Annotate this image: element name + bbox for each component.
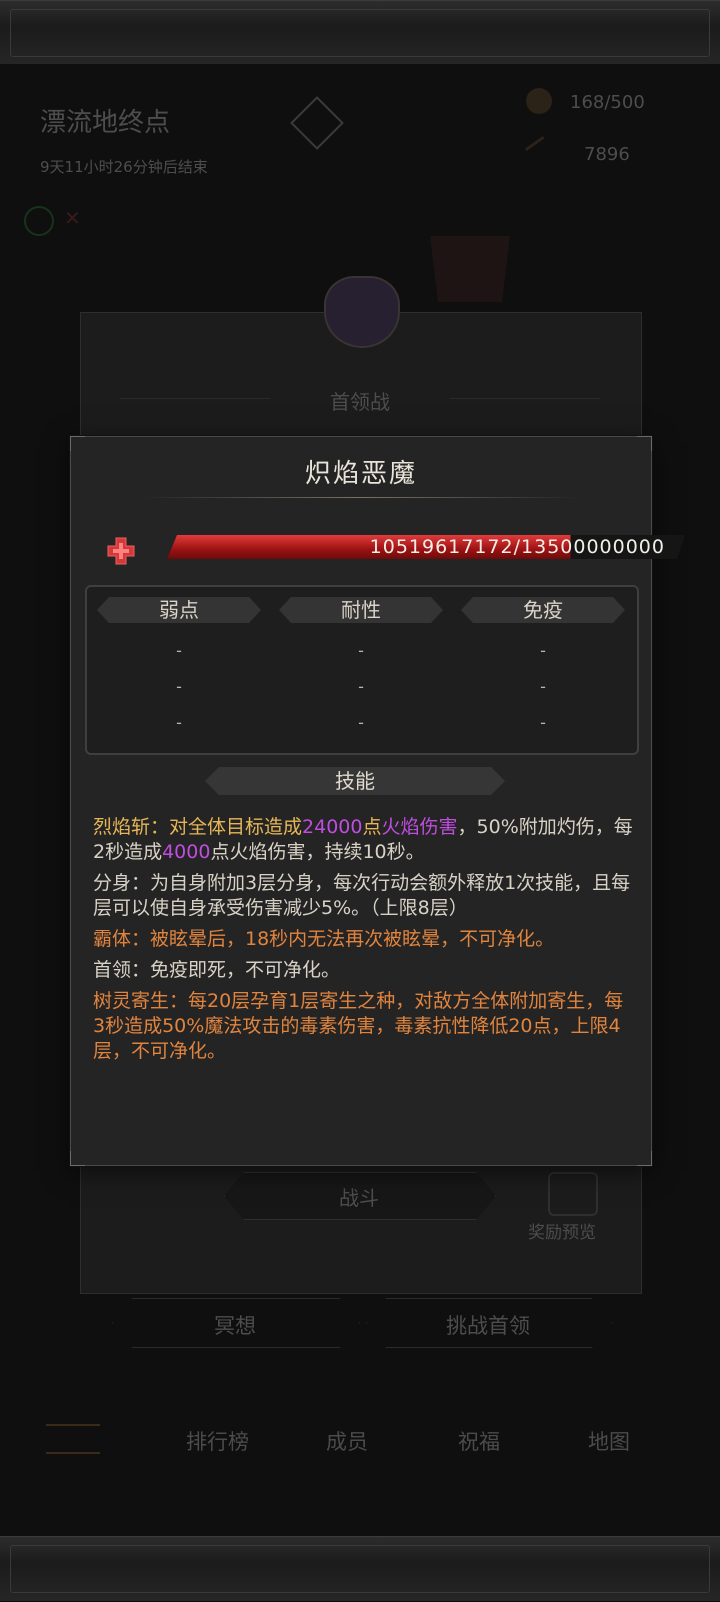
panel-title: 首领战 — [330, 390, 390, 414]
boss-emblem-icon — [324, 276, 400, 348]
modal-corner — [70, 436, 85, 451]
hp-bar: 10519617172/13500000000 — [167, 535, 685, 559]
hp-value: 10519617172/13500000000 — [369, 536, 665, 558]
nav-leaderboard[interactable]: 排行榜 — [186, 1426, 249, 1456]
skill-text: 对全体目标造成 — [169, 816, 303, 838]
bottom-frame — [0, 1536, 720, 1602]
skill-tree-parasite: 树灵寄生：每20层孕育1层寄生之种，对敌方全体附加寄生，每3秒造成50%魔法攻击… — [93, 990, 624, 1062]
resistance-column: 耐性 - - - — [279, 597, 443, 747]
modal-corner — [70, 1151, 85, 1166]
debuff-icon: ✕ — [64, 206, 81, 230]
weakness-header: 弱点 — [97, 597, 261, 623]
skill-name: 烈焰斩： — [93, 816, 170, 838]
skill-text: 点 — [362, 816, 382, 838]
event-timer: 9天11小时26分钟后结束 — [40, 158, 208, 176]
skill-clone: 分身：为自身附加3层分身，每次行动会额外释放1次技能，且每层可以使自身承受伤害减… — [93, 872, 631, 919]
skills-list: 烈焰斩：对全体目标造成24000点火焰伤害，50%附加灼伤，每2秒造成4000点… — [93, 815, 633, 1070]
skill-text: 点火焰伤害，持续10秒。 — [210, 841, 425, 863]
resource-2-value: 7896 — [584, 144, 630, 165]
nav-map[interactable]: 地图 — [588, 1426, 630, 1456]
immunity-value: - — [540, 677, 546, 696]
reward-preview-label: 奖励预览 — [528, 1223, 596, 1243]
immunity-header: 免疫 — [461, 597, 625, 623]
resource-1-value: 168/500 — [570, 92, 645, 113]
immunity-value: - — [540, 641, 546, 660]
weakness-value: - — [176, 641, 182, 660]
resistance-header: 耐性 — [279, 597, 443, 623]
title-divider — [141, 497, 581, 498]
weakness-value: - — [176, 713, 182, 732]
skills-header: 技能 — [205, 767, 505, 795]
event-title: 漂流地终点 — [40, 108, 171, 138]
boss-name: 炽焰恶魔 — [304, 459, 417, 489]
modal-corner — [637, 1151, 652, 1166]
health-cross-icon — [107, 537, 135, 565]
resistance-value: - — [358, 641, 364, 660]
boss-info-modal: 炽焰恶魔 10519617172/13500000000 弱点 - - - 耐性… — [70, 436, 652, 1166]
weakness-value: - — [176, 677, 182, 696]
back-arrow-icon[interactable] — [46, 1424, 100, 1454]
top-frame — [0, 0, 720, 66]
damage-value: 24000 — [302, 816, 363, 838]
demon-banner-icon — [430, 236, 510, 302]
skill-flame-slash: 烈焰斩：对全体目标造成24000点火焰伤害，50%附加灼伤，每2秒造成4000点… — [93, 815, 633, 865]
treasure-chest-icon[interactable] — [548, 1172, 598, 1216]
skill-super-armor: 霸体：被眩晕后，18秒内无法再次被眩晕，不可净化。 — [93, 928, 555, 950]
challenge-boss-button-label: 挑战首领 — [446, 1314, 530, 1338]
resistance-table: 弱点 - - - 耐性 - - - 免疫 - - - — [85, 585, 639, 755]
damage-value: 4000 — [162, 841, 211, 863]
modal-corner — [637, 436, 652, 451]
battle-button-label: 战斗 — [339, 1186, 379, 1210]
resistance-value: - — [358, 677, 364, 696]
nav-blessing[interactable]: 祝福 — [458, 1426, 500, 1456]
nav-members[interactable]: 成员 — [326, 1426, 368, 1456]
weakness-column: 弱点 - - - — [97, 597, 261, 747]
meditate-button-label: 冥想 — [214, 1314, 256, 1338]
skill-boss: 首领：免疫即死，不可净化。 — [93, 959, 341, 981]
buff-icon — [24, 206, 54, 236]
immunity-column: 免疫 - - - — [461, 597, 625, 747]
resistance-value: - — [358, 713, 364, 732]
stamina-icon — [526, 88, 552, 114]
damage-type: 火焰伤害 — [381, 816, 458, 838]
immunity-value: - — [540, 713, 546, 732]
